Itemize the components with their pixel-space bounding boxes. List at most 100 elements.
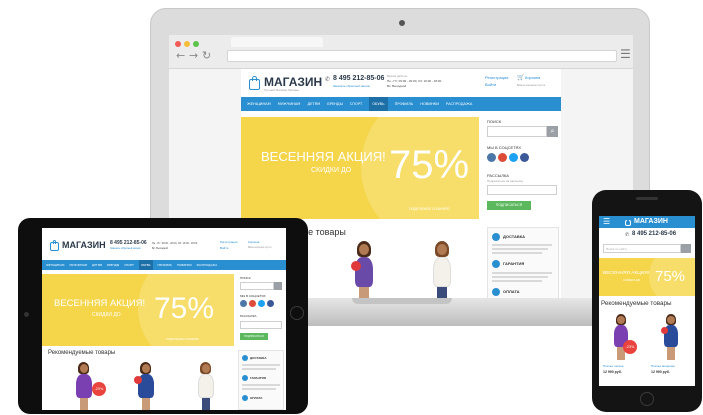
cart-status: Ваша корзина пуста (248, 246, 272, 249)
guarantee-icon (242, 375, 248, 381)
product-image[interactable] (349, 241, 379, 305)
facebook-icon[interactable] (520, 153, 529, 162)
feature-box: ДОСТАВКА ГАРАНТИЯ ОПЛАТА (238, 350, 284, 410)
promo-banner[interactable]: ВЕСЕННЯЯ АКЦИЯ! СКИДКИ ДО 75% ПОДРОБНЕЕ … (42, 274, 234, 346)
google-plus-icon[interactable] (249, 300, 256, 307)
login-link[interactable]: Войти (485, 82, 496, 87)
product-image[interactable] (134, 362, 158, 410)
sale-badge: -25% (92, 382, 106, 396)
nav-item-sport[interactable]: СПОРТ (350, 102, 362, 106)
forward-arrow-icon[interactable]: → (189, 49, 198, 62)
shop-phone: 8 495 212-85-06 (110, 240, 147, 246)
callback-link[interactable]: Заказать обратный звонок (110, 247, 141, 250)
feature-title: ОПЛАТА (250, 396, 263, 400)
promo-banner[interactable]: ВЕСЕННЯЯ АКЦИЯ! СКИДКИ ДО 75% ПОДРОБНЕЕ … (241, 117, 479, 219)
browser-toolbar: ← → ↻ ☰ (169, 35, 633, 69)
subscribe-button[interactable]: ПОДПИСАТЬСЯ (487, 201, 531, 210)
browser-menu-icon[interactable]: ☰ (620, 47, 631, 61)
nav-item-kids[interactable]: ДЕТЯМ (307, 102, 320, 106)
nav-item-women[interactable]: ЖЕНЩИНАМ (46, 263, 64, 267)
product-price: 12 990 руб. (651, 370, 670, 374)
close-window-button[interactable] (175, 41, 181, 47)
nav-item-kids[interactable]: ДЕТЯМ (92, 263, 102, 267)
reload-icon[interactable]: ↻ (202, 49, 211, 62)
back-arrow-icon[interactable]: ← (176, 49, 185, 62)
shopping-bag-icon (625, 219, 631, 226)
product-name[interactable]: Платье летнее (603, 364, 624, 368)
product-image[interactable] (427, 241, 457, 305)
vk-icon[interactable] (240, 300, 247, 307)
nav-item-shoes[interactable]: ОБУВЬ (369, 97, 388, 111)
nav-item-sale[interactable]: РАСПРОДАЖА (446, 102, 472, 106)
twitter-icon[interactable] (258, 300, 265, 307)
nav-item-profile[interactable]: ПРОФИЛЬ (158, 263, 173, 267)
hours-line-1: Пн - Пт: 09:00 - 20:00, Сб: 10:00 - 18:0… (387, 79, 442, 83)
nav-item-brands[interactable]: БРЕНДЫ (327, 102, 343, 106)
cart-link[interactable]: Корзина (525, 75, 540, 80)
register-link[interactable]: Регистрация (485, 75, 508, 80)
search-button[interactable] (681, 244, 691, 253)
subscribe-title: РАССЫЛКА (487, 173, 509, 178)
minimize-window-button[interactable] (184, 41, 190, 47)
login-link[interactable]: Войти (220, 246, 228, 250)
cart-icon[interactable]: 🛒 (517, 74, 524, 81)
search-placeholder: Поиск по сайту (606, 247, 628, 251)
nav-item-sport[interactable]: СПОРТ (124, 263, 134, 267)
banner-more-link[interactable]: ПОДРОБНЕЕ О БАНЕРЕ (166, 337, 199, 341)
twitter-icon[interactable] (509, 153, 518, 162)
tablet-camera (24, 312, 29, 317)
search-button[interactable]: ⌕ (547, 126, 558, 137)
facebook-icon[interactable] (267, 300, 274, 307)
nav-item-women[interactable]: ЖЕНЩИНАМ (247, 102, 271, 106)
nav-item-men[interactable]: МУЖЧИНАМ (278, 102, 301, 106)
address-bar[interactable] (227, 50, 617, 62)
logo-text[interactable]: МАГАЗИН (62, 240, 106, 250)
shop-logo[interactable]: МАГАЗИН Лучший Магазин Москвы (249, 75, 322, 95)
callback-link[interactable]: Заказать обратный звонок (333, 84, 370, 88)
shop-phone[interactable]: 8 495 212-85-06 (632, 231, 676, 237)
tablet-device: МАГАЗИН 8 495 212-85-06 Заказать обратны… (18, 218, 308, 414)
nav-item-brands[interactable]: БРЕНДЫ (107, 263, 119, 267)
search-input[interactable] (240, 282, 274, 290)
search-input[interactable]: Поиск по сайту (603, 244, 681, 253)
banner-percent: 75% (655, 268, 686, 285)
search-button[interactable] (274, 282, 282, 290)
product-name[interactable]: Платье вечернее (651, 364, 675, 368)
nav-item-profile[interactable]: ПРОФИЛЬ (395, 102, 414, 106)
recommended-title: Рекомендуемые товары (601, 300, 672, 307)
product-image[interactable] (661, 314, 681, 360)
subscribe-title: РАССЫЛКА (240, 314, 257, 318)
nav-item-men[interactable]: МУЖЧИНАМ (69, 263, 87, 267)
banner-subline: СКИДКИ ДО (92, 312, 121, 318)
maximize-window-button[interactable] (193, 41, 199, 47)
promo-banner[interactable]: ВЕСЕННЯЯ АКЦИЯ! СКИДКИ ДО 75% (599, 258, 695, 296)
phone-icon: ✆ (625, 232, 630, 238)
register-link[interactable]: Регистрация (220, 240, 238, 244)
phone-home-button[interactable] (640, 392, 654, 406)
subscribe-input[interactable] (487, 185, 557, 195)
nav-item-shoes[interactable]: ОБУВЬ (138, 260, 153, 270)
vk-icon[interactable] (487, 153, 496, 162)
cart-link[interactable]: Корзина (248, 240, 259, 244)
nav-item-new[interactable]: НОВИНКИ (420, 102, 439, 106)
tablet-home-button[interactable] (290, 306, 304, 320)
sale-badge: -25% (623, 340, 637, 354)
product-image[interactable] (194, 362, 218, 410)
nav-item-new[interactable]: НОВИНКИ (177, 263, 192, 267)
feature-title: ДОСТАВКА (250, 356, 267, 360)
google-plus-icon[interactable] (498, 153, 507, 162)
hamburger-menu-icon[interactable]: ☰ (603, 217, 610, 226)
browser-tab[interactable] (231, 37, 323, 47)
banner-more-link[interactable]: ПОДРОБНЕЕ О БАНЕРЕ (409, 207, 450, 211)
nav-item-sale[interactable]: РАСПРОДАЖА (197, 263, 218, 267)
search-icon: ⌕ (550, 128, 555, 135)
main-nav: ЖЕНЩИНАМ МУЖЧИНАМ ДЕТЯМ БРЕНДЫ СПОРТ ОБУ… (241, 97, 561, 111)
search-title: ПОИСК (240, 276, 251, 280)
search-input[interactable] (487, 126, 547, 137)
subscribe-button-label: ПОДПИСАТЬСЯ (495, 203, 523, 207)
logo-text[interactable]: МАГАЗИН (634, 218, 668, 225)
subscribe-input[interactable] (240, 321, 282, 329)
feature-title: ГАРАНТИЯ (250, 376, 266, 380)
shopping-bag-icon (249, 76, 260, 90)
subscribe-button[interactable]: ПОДПИСАТЬСЯ (240, 333, 268, 340)
